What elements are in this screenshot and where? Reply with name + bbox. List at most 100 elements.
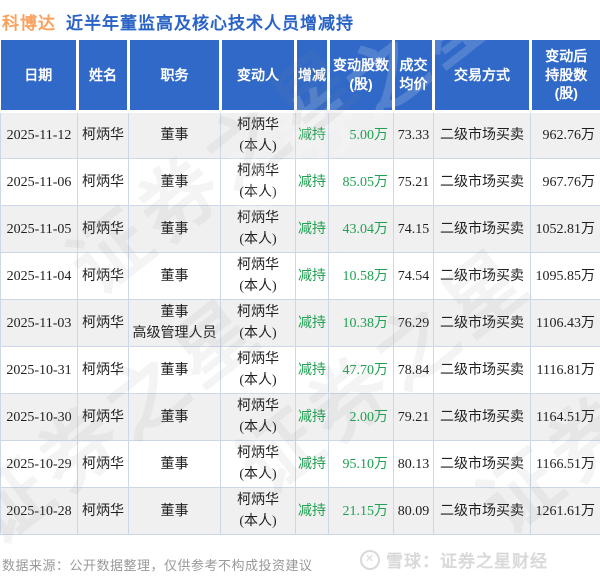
table-cell: 减持 <box>296 206 329 253</box>
source-note: 数据来源：公开数据整理，仅供参考不构成投资建议 <box>2 555 313 574</box>
table-cell: 柯炳华 <box>78 394 129 441</box>
table-cell: 2025-11-06 <box>1 159 78 206</box>
table-cell: 1164.51万 <box>531 394 600 441</box>
brand-text: 雪球：证券之星财经 <box>386 547 548 572</box>
table-cell: 74.15 <box>394 206 434 253</box>
table-row: 2025-10-31柯炳华董事柯炳华 (本人)减持47.70万78.84二级市场… <box>1 347 600 394</box>
table-cell: 董事 <box>129 347 221 394</box>
column-header-5: 变动股数 (股) <box>329 40 394 112</box>
table-cell: 柯炳华 <box>78 441 129 488</box>
table-cell: 减持 <box>296 253 329 300</box>
table-cell: 2025-11-05 <box>1 206 78 253</box>
table-cell: 10.38万 <box>329 300 394 347</box>
table-cell: 柯炳华 <box>78 488 129 535</box>
table-cell: 80.09 <box>394 488 434 535</box>
table-cell: 1261.61万 <box>531 488 600 535</box>
table-cell: 董事 <box>129 206 221 253</box>
table-cell: 柯炳华 (本人) <box>221 300 296 347</box>
brand-watermark: ✕ 雪球：证券之星财经 <box>360 547 548 572</box>
table-cell: 2025-11-04 <box>1 253 78 300</box>
table-cell: 柯炳华 (本人) <box>221 394 296 441</box>
table-cell: 减持 <box>296 488 329 535</box>
xueqiu-circle-logo-icon: ✕ <box>360 550 380 570</box>
table-cell: 董事 高级管理人员 <box>129 300 221 347</box>
table-cell: 1095.85万 <box>531 253 600 300</box>
table-cell: 二级市场买卖 <box>434 253 531 300</box>
holdings-table: 日期姓名职务变动人增减变动股数 (股)成交 均价交易方式变动后 持股数 (股) … <box>0 40 600 535</box>
column-header-4: 增减 <box>296 40 329 112</box>
table-cell: 二级市场买卖 <box>434 112 531 159</box>
table-cell: 5.00万 <box>329 112 394 159</box>
table-cell: 80.13 <box>394 441 434 488</box>
page-title: 科博达近半年董监高及核心技术人员增减持 <box>0 0 600 40</box>
table-cell: 二级市场买卖 <box>434 488 531 535</box>
column-header-6: 成交 均价 <box>394 40 434 112</box>
table-cell: 减持 <box>296 112 329 159</box>
column-header-0: 日期 <box>1 40 78 112</box>
table-cell: 柯炳华 <box>78 159 129 206</box>
table-row: 2025-10-30柯炳华董事柯炳华 (本人)减持2.00万79.21二级市场买… <box>1 394 600 441</box>
table-cell: 董事 <box>129 159 221 206</box>
table-cell: 二级市场买卖 <box>434 394 531 441</box>
table-cell: 43.04万 <box>329 206 394 253</box>
table-cell: 2.00万 <box>329 394 394 441</box>
table-cell: 减持 <box>296 159 329 206</box>
table-cell: 78.84 <box>394 347 434 394</box>
table-cell: 柯炳华 (本人) <box>221 159 296 206</box>
table-cell: 董事 <box>129 394 221 441</box>
table-header: 日期姓名职务变动人增减变动股数 (股)成交 均价交易方式变动后 持股数 (股) <box>1 40 600 112</box>
table-cell: 二级市场买卖 <box>434 347 531 394</box>
table-cell: 柯炳华 <box>78 300 129 347</box>
table-cell: 1116.81万 <box>531 347 600 394</box>
table-cell: 柯炳华 (本人) <box>221 488 296 535</box>
table-cell: 10.58万 <box>329 253 394 300</box>
table-cell: 1106.43万 <box>531 300 600 347</box>
table-cell: 二级市场买卖 <box>434 441 531 488</box>
table-body: 2025-11-12柯炳华董事柯炳华 (本人)减持5.00万73.33二级市场买… <box>1 112 600 535</box>
table-cell: 2025-10-30 <box>1 394 78 441</box>
footer: 数据来源：公开数据整理，仅供参考不构成投资建议 ✕ 雪球：证券之星财经 <box>0 542 600 581</box>
table-row: 2025-10-28柯炳华董事柯炳华 (本人)减持21.15万80.09二级市场… <box>1 488 600 535</box>
table-cell: 2025-10-29 <box>1 441 78 488</box>
table-cell: 董事 <box>129 441 221 488</box>
table-cell: 21.15万 <box>329 488 394 535</box>
table-cell: 73.33 <box>394 112 434 159</box>
table-cell: 2025-10-31 <box>1 347 78 394</box>
table-cell: 柯炳华 <box>78 347 129 394</box>
table-row: 2025-10-29柯炳华董事柯炳华 (本人)减持95.10万80.13二级市场… <box>1 441 600 488</box>
table-cell: 柯炳华 (本人) <box>221 206 296 253</box>
stock-name: 科博达 <box>2 14 56 33</box>
table-cell: 减持 <box>296 300 329 347</box>
table-cell: 95.10万 <box>329 441 394 488</box>
table-cell: 董事 <box>129 112 221 159</box>
table-row: 2025-11-12柯炳华董事柯炳华 (本人)减持5.00万73.33二级市场买… <box>1 112 600 159</box>
table-cell: 1166.51万 <box>531 441 600 488</box>
column-header-1: 姓名 <box>78 40 129 112</box>
page: 科博达近半年董监高及核心技术人员增减持 日期姓名职务变动人增减变动股数 (股)成… <box>0 0 600 581</box>
report-title: 近半年董监高及核心技术人员增减持 <box>66 14 354 33</box>
column-header-2: 职务 <box>129 40 221 112</box>
table-cell: 柯炳华 (本人) <box>221 347 296 394</box>
table-cell: 二级市场买卖 <box>434 206 531 253</box>
table-cell: 76.29 <box>394 300 434 347</box>
table-cell: 967.76万 <box>531 159 600 206</box>
table-row: 2025-11-05柯炳华董事柯炳华 (本人)减持43.04万74.15二级市场… <box>1 206 600 253</box>
table-cell: 柯炳华 (本人) <box>221 253 296 300</box>
table-cell: 减持 <box>296 394 329 441</box>
table-row: 2025-11-04柯炳华董事柯炳华 (本人)减持10.58万74.54二级市场… <box>1 253 600 300</box>
table-cell: 董事 <box>129 253 221 300</box>
table-cell: 柯炳华 <box>78 112 129 159</box>
column-header-7: 交易方式 <box>434 40 531 112</box>
table-cell: 董事 <box>129 488 221 535</box>
table-cell: 柯炳华 <box>78 206 129 253</box>
table-cell: 2025-11-03 <box>1 300 78 347</box>
table-cell: 二级市场买卖 <box>434 159 531 206</box>
column-header-3: 变动人 <box>221 40 296 112</box>
table-cell: 75.21 <box>394 159 434 206</box>
table-cell: 柯炳华 (本人) <box>221 112 296 159</box>
column-header-8: 变动后 持股数 (股) <box>531 40 600 112</box>
table-header-row: 日期姓名职务变动人增减变动股数 (股)成交 均价交易方式变动后 持股数 (股) <box>1 40 600 112</box>
table-cell: 962.76万 <box>531 112 600 159</box>
table-cell: 47.70万 <box>329 347 394 394</box>
table-cell: 2025-11-12 <box>1 112 78 159</box>
